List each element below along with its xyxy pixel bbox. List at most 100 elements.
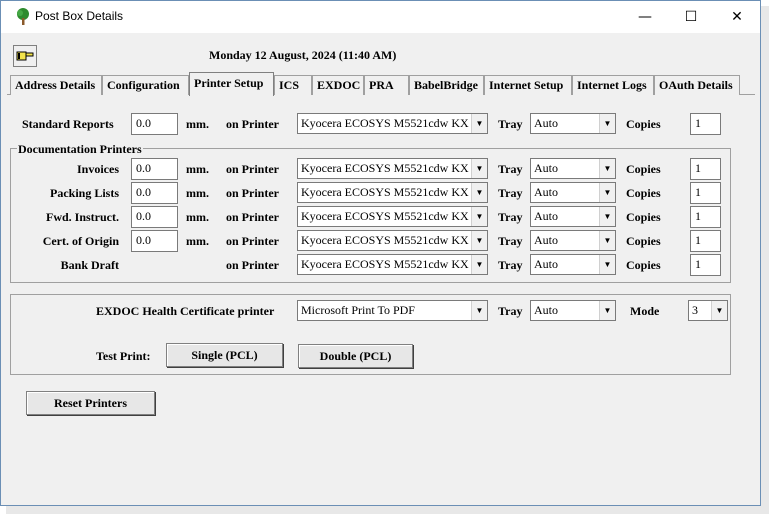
tab-internet-logs[interactable]: Internet Logs xyxy=(572,75,654,95)
tab-pra[interactable]: PRA xyxy=(364,75,409,95)
tray-label: Tray xyxy=(498,186,523,200)
on-printer-label: on Printer xyxy=(226,234,279,248)
printer-value: Microsoft Print To PDF xyxy=(301,303,415,317)
cert-of-origin-margin-input[interactable]: 0.0 xyxy=(131,230,178,252)
invoices-printer-select[interactable]: Kyocera ECOSYS M5521cdw KX ▼ xyxy=(297,158,488,179)
chevron-down-icon[interactable]: ▼ xyxy=(599,159,615,178)
window-title: Post Box Details xyxy=(35,9,124,23)
fwd-instruct-copies-input[interactable]: 1 xyxy=(690,206,721,228)
tray-value: Auto xyxy=(534,303,558,317)
chevron-down-icon[interactable]: ▼ xyxy=(599,301,615,320)
packing-lists-tray-select[interactable]: Auto ▼ xyxy=(530,182,616,203)
documentation-printers-title: Documentation Printers xyxy=(17,142,143,157)
cert-of-origin-printer-select[interactable]: Kyocera ECOSYS M5521cdw KX ▼ xyxy=(297,230,488,251)
exdoc-tray-select[interactable]: Auto ▼ xyxy=(530,300,616,321)
on-printer-label: on Printer xyxy=(226,117,279,131)
standard-reports-tray-select[interactable]: Auto ▼ xyxy=(530,113,616,134)
tab-exdoc[interactable]: EXDOC xyxy=(312,75,364,95)
tray-label: Tray xyxy=(498,258,523,272)
standard-reports-copies-input[interactable]: 1 xyxy=(690,113,721,135)
exit-button[interactable] xyxy=(13,45,37,67)
packing-lists-copies-input[interactable]: 1 xyxy=(690,182,721,204)
printer-value: Kyocera ECOSYS M5521cdw KX xyxy=(301,209,469,223)
invoices-margin-input[interactable]: 0.0 xyxy=(131,158,178,180)
chevron-down-icon[interactable]: ▼ xyxy=(471,207,487,226)
packing-lists-margin-input[interactable]: 0.0 xyxy=(131,182,178,204)
mm-label: mm. xyxy=(186,117,209,131)
mm-label: mm. xyxy=(186,186,209,200)
on-printer-label: on Printer xyxy=(226,258,279,272)
bank-draft-printer-select[interactable]: Kyocera ECOSYS M5521cdw KX ▼ xyxy=(297,254,488,275)
mm-label: mm. xyxy=(186,234,209,248)
tree-icon xyxy=(17,8,29,25)
printer-value: Kyocera ECOSYS M5521cdw KX xyxy=(301,257,469,271)
desktop-background-right xyxy=(761,6,769,514)
on-printer-label: on Printer xyxy=(226,210,279,224)
tray-value: Auto xyxy=(534,209,558,223)
chevron-down-icon[interactable]: ▼ xyxy=(471,114,487,133)
fwd-instruct-printer-select[interactable]: Kyocera ECOSYS M5521cdw KX ▼ xyxy=(297,206,488,227)
exdoc-printer-select[interactable]: Microsoft Print To PDF ▼ xyxy=(297,300,488,321)
chevron-down-icon[interactable]: ▼ xyxy=(599,207,615,226)
tab-babelbridge[interactable]: BabelBridge xyxy=(409,75,484,95)
title-bar: Post Box Details — ☐ ✕ xyxy=(1,1,760,33)
on-printer-label: on Printer xyxy=(226,186,279,200)
printer-value: Kyocera ECOSYS M5521cdw KX xyxy=(301,233,469,247)
chevron-down-icon[interactable]: ▼ xyxy=(471,231,487,250)
cert-of-origin-label: Cert. of Origin xyxy=(42,234,119,248)
minimize-button[interactable]: — xyxy=(622,1,668,33)
packing-lists-label: Packing Lists xyxy=(49,186,119,200)
chevron-down-icon[interactable]: ▼ xyxy=(599,255,615,274)
packing-lists-printer-select[interactable]: Kyocera ECOSYS M5521cdw KX ▼ xyxy=(297,182,488,203)
tray-value: Auto xyxy=(534,161,558,175)
cert-of-origin-tray-select[interactable]: Auto ▼ xyxy=(530,230,616,251)
chevron-down-icon[interactable]: ▼ xyxy=(471,183,487,202)
exdoc-health-certificate-label: EXDOC Health Certificate printer xyxy=(96,304,275,318)
exit-hand-icon xyxy=(16,51,34,61)
chevron-down-icon[interactable]: ▼ xyxy=(711,301,727,320)
chevron-down-icon[interactable]: ▼ xyxy=(599,183,615,202)
copies-label: Copies xyxy=(626,234,661,248)
tray-label: Tray xyxy=(498,234,523,248)
fwd-instruct-margin-input[interactable]: 0.0 xyxy=(131,206,178,228)
tray-label: Tray xyxy=(498,117,523,131)
tab-configuration[interactable]: Configuration xyxy=(102,75,189,95)
standard-reports-label: Standard Reports xyxy=(22,117,114,131)
tab-oauth-details[interactable]: OAuth Details xyxy=(654,75,740,95)
tab-address-details[interactable]: Address Details xyxy=(10,75,102,95)
chevron-down-icon[interactable]: ▼ xyxy=(471,159,487,178)
chevron-down-icon[interactable]: ▼ xyxy=(471,255,487,274)
close-button[interactable]: ✕ xyxy=(714,1,760,33)
chevron-down-icon[interactable]: ▼ xyxy=(599,114,615,133)
invoices-tray-select[interactable]: Auto ▼ xyxy=(530,158,616,179)
date-time-display: Monday 12 August, 2024 (11:40 AM) xyxy=(209,48,397,62)
tab-printer-setup[interactable]: Printer Setup xyxy=(189,72,274,96)
on-printer-label: on Printer xyxy=(226,162,279,176)
double-pcl-button[interactable]: Double (PCL) xyxy=(298,344,413,368)
desktop-background-bottom xyxy=(6,506,769,514)
cert-of-origin-copies-input[interactable]: 1 xyxy=(690,230,721,252)
bank-draft-tray-select[interactable]: Auto ▼ xyxy=(530,254,616,275)
invoices-label: Invoices xyxy=(77,162,119,176)
tray-label: Tray xyxy=(498,304,523,318)
mode-select[interactable]: 3 ▼ xyxy=(688,300,728,321)
invoices-copies-input[interactable]: 1 xyxy=(690,158,721,180)
fwd-instruct-tray-select[interactable]: Auto ▼ xyxy=(530,206,616,227)
single-pcl-button[interactable]: Single (PCL) xyxy=(166,343,283,367)
printer-value: Kyocera ECOSYS M5521cdw KX xyxy=(301,161,469,175)
tab-ics[interactable]: ICS xyxy=(274,75,312,95)
reset-printers-button[interactable]: Reset Printers xyxy=(26,391,155,415)
tab-internet-setup[interactable]: Internet Setup xyxy=(484,75,572,95)
chevron-down-icon[interactable]: ▼ xyxy=(471,301,487,320)
mm-label: mm. xyxy=(186,210,209,224)
chevron-down-icon[interactable]: ▼ xyxy=(599,231,615,250)
standard-reports-printer-select[interactable]: Kyocera ECOSYS M5521cdw KX ▼ xyxy=(297,113,488,134)
copies-label: Copies xyxy=(626,117,661,131)
tray-label: Tray xyxy=(498,162,523,176)
bank-draft-copies-input[interactable]: 1 xyxy=(690,254,721,276)
tray-value: Auto xyxy=(534,116,558,130)
copies-label: Copies xyxy=(626,258,661,272)
copies-label: Copies xyxy=(626,210,661,224)
standard-reports-margin-input[interactable]: 0.0 xyxy=(131,113,178,135)
maximize-button[interactable]: ☐ xyxy=(668,1,714,33)
